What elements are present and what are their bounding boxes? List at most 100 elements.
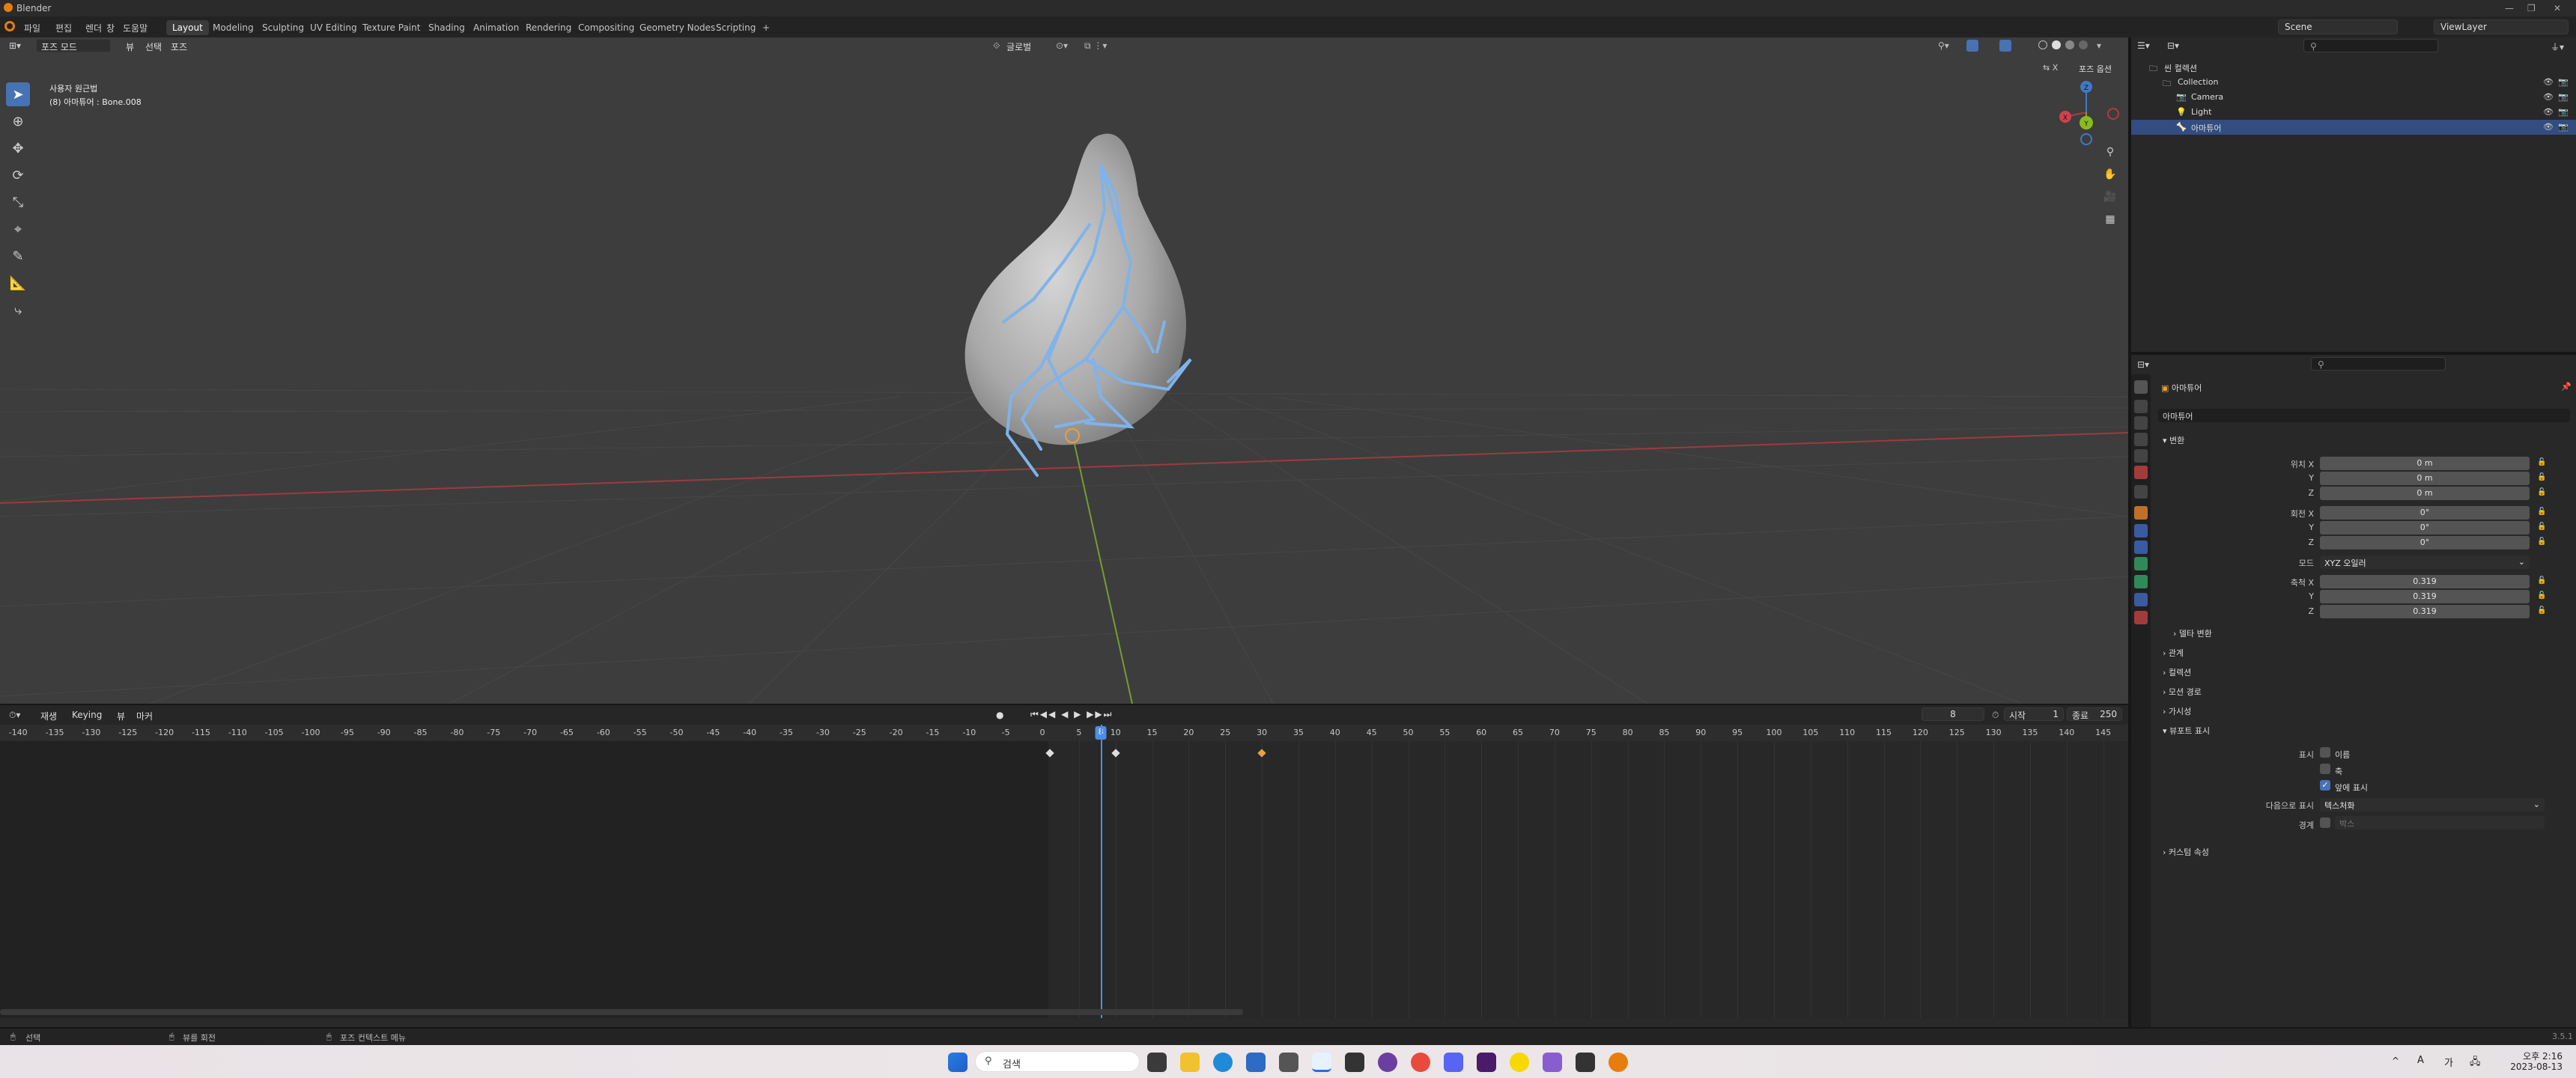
network-icon[interactable]: 🖧	[2470, 1055, 2481, 1071]
motion-paths-panel[interactable]: › 모션 경로	[2163, 686, 2202, 698]
close-button[interactable]: ✕	[2554, 3, 2561, 13]
keyframe-marker[interactable]	[1257, 749, 1266, 758]
menu-edit[interactable]: 편집	[55, 22, 72, 34]
cursor-tool-icon[interactable]: ⊕	[6, 109, 30, 133]
language-indicator[interactable]: 가	[2444, 1055, 2453, 1069]
outliner-row[interactable]: 📷 Camera 👁 📷	[2131, 90, 2576, 105]
axis-lock-icon[interactable]: ⇆ X	[2043, 63, 2058, 73]
properties-editor[interactable]: ⊟▾ ⚲ ▣ 아마튜어 📌 아마튜어 ▾ 변환 위치 X 0 m Y 0 m Z…	[2131, 355, 2576, 1027]
object-name-field[interactable]: 아마튜어	[2158, 409, 2570, 422]
rotate-tool-icon[interactable]: ⟳	[6, 163, 30, 187]
gizmo-toggle-icon[interactable]: ⚲▾	[1938, 40, 1949, 51]
edge-icon[interactable]	[1213, 1053, 1233, 1072]
outliner-row[interactable]: 🗀 씬 컬렉션	[2131, 60, 2576, 75]
playhead[interactable]	[1101, 725, 1103, 1018]
outliner-row[interactable]: 🗀 Collection 👁 📷	[2131, 75, 2576, 90]
lock-icon[interactable]: 🔓	[2537, 473, 2546, 482]
solid-shading-icon[interactable]	[2052, 40, 2061, 49]
outliner-row[interactable]: 🦴 아마튜어 👁 📷	[2131, 120, 2576, 135]
minimize-button[interactable]: —	[2505, 3, 2514, 13]
chrome-icon[interactable]	[1411, 1053, 1430, 1072]
pose-relax-tool-icon[interactable]: ⤷	[6, 298, 30, 322]
menu-pose[interactable]: 포즈	[171, 40, 187, 53]
end-frame-field[interactable]: 종료 250	[2067, 707, 2122, 721]
scale-y-field[interactable]: 0.319	[2320, 590, 2530, 603]
lock-icon[interactable]: 🔓	[2537, 591, 2546, 600]
start-button-icon[interactable]	[948, 1053, 967, 1072]
object-tab-icon[interactable]	[2134, 506, 2148, 520]
tool-tab-icon[interactable]	[2134, 380, 2148, 394]
maximize-button[interactable]: ❐	[2527, 3, 2536, 13]
lock-icon[interactable]: 🔓	[2537, 488, 2546, 497]
location-z-field[interactable]: 0 m	[2320, 487, 2530, 500]
location-x-field[interactable]: 0 m	[2320, 457, 2530, 470]
visual-studio-icon[interactable]	[1543, 1053, 1562, 1072]
scale-tool-icon[interactable]: ⤡	[6, 190, 30, 214]
start-frame-field[interactable]: 시작 1	[2004, 707, 2064, 721]
tab-animation[interactable]: Animation	[467, 20, 525, 35]
constraint-tab-icon[interactable]	[2134, 557, 2148, 570]
render-camera-icon[interactable]: 📷	[2558, 107, 2569, 117]
active-app-icon[interactable]	[1312, 1053, 1331, 1072]
delta-transform-panel[interactable]: › 델타 변환	[2173, 627, 2212, 639]
lock-icon[interactable]: 🔓	[2537, 458, 2546, 467]
current-frame-field[interactable]: 8	[1922, 707, 1984, 721]
tray-overflow-icon[interactable]: ^	[2392, 1056, 2399, 1066]
properties-editor-type-icon[interactable]: ⊟▾	[2137, 359, 2149, 370]
menu-window[interactable]: 창	[106, 22, 115, 34]
annotate-tool-icon[interactable]: ✎	[6, 244, 30, 268]
view-layer-tab-icon[interactable]	[2134, 433, 2148, 446]
3d-viewport[interactable]: ⊞▾ 포즈 모드 뷰 선택 포즈 ⟐ 글로벌 ⊙▾ ⧉ ⋮▾ ⚲▾ ▾ ⇆ X …	[0, 37, 2128, 704]
file-explorer-icon[interactable]	[1180, 1053, 1200, 1072]
lock-icon[interactable]: 🔓	[2537, 576, 2546, 585]
outliner-editor-type-icon[interactable]: ☰▾	[2137, 40, 2150, 51]
timeline-editor-type-icon[interactable]: ⏱▾	[9, 710, 20, 721]
rotation-x-field[interactable]: 0°	[2320, 506, 2530, 520]
menu-render[interactable]: 렌더	[85, 22, 102, 34]
show-axes-checkbox[interactable]	[2320, 764, 2330, 774]
location-y-field[interactable]: 0 m	[2320, 472, 2530, 485]
app-icon[interactable]	[1279, 1053, 1298, 1072]
data-tab-icon[interactable]	[2134, 575, 2148, 588]
render-camera-icon[interactable]: 📷	[2558, 122, 2569, 132]
tab-compositing[interactable]: Compositing	[572, 20, 640, 35]
tab-shading[interactable]: Shading	[422, 20, 471, 35]
menu-view[interactable]: 뷰	[126, 40, 134, 53]
tab-modeling[interactable]: Modeling	[207, 20, 260, 35]
collections-panel[interactable]: › 컬렉션	[2163, 666, 2191, 678]
menu-marker[interactable]: 마커	[136, 710, 153, 722]
eye-icon[interactable]: 👁	[2543, 107, 2554, 117]
pin-icon[interactable]: 📌	[2561, 382, 2572, 392]
menu-playback[interactable]: 재생	[40, 710, 57, 722]
wireframe-shading-icon[interactable]	[2038, 40, 2047, 49]
frame-ruler[interactable]: -140 -135 -130 -125 -120 -115 -110 -105 -100 -95-…	[0, 725, 2128, 741]
navigation-gizmo[interactable]: Z X Y	[2052, 78, 2121, 147]
task-view-icon[interactable]	[1147, 1053, 1167, 1072]
outliner-search-input[interactable]: ⚲	[2303, 39, 2438, 52]
menu-select[interactable]: 선택	[145, 40, 162, 53]
store-icon[interactable]	[1246, 1053, 1266, 1072]
display-mode-icon[interactable]: ⊟▾	[2167, 40, 2179, 51]
menu-file[interactable]: 파일	[24, 22, 40, 34]
unity-icon[interactable]	[1576, 1053, 1595, 1072]
stopwatch-icon[interactable]: ⏱	[1992, 710, 1999, 721]
app-icon[interactable]	[1378, 1053, 1397, 1072]
add-workspace-button[interactable]: +	[756, 20, 776, 35]
ortho-grid-icon[interactable]: ▦	[2100, 210, 2120, 229]
visibility-panel[interactable]: › 가시성	[2163, 705, 2191, 717]
bounds-checkbox[interactable]	[2320, 817, 2330, 828]
shading-options-icon[interactable]: ▾	[2097, 40, 2101, 51]
ime-mode-icon[interactable]: A	[2417, 1055, 2424, 1066]
render-camera-icon[interactable]: 📷	[2558, 77, 2569, 87]
lock-icon[interactable]: 🔓	[2537, 606, 2546, 615]
render-tab-icon[interactable]	[2134, 400, 2148, 413]
move-tool-icon[interactable]: ✥	[6, 136, 30, 160]
rotation-y-field[interactable]: 0°	[2320, 521, 2530, 535]
menu-help[interactable]: 도움말	[123, 22, 148, 34]
lock-icon[interactable]: 🔓	[2537, 523, 2546, 532]
scale-x-field[interactable]: 0.319	[2320, 575, 2530, 588]
outliner-editor[interactable]: ☰▾ ⊟▾ ⚲ ⏚▾ 🗀 씬 컬렉션 🗀 Collection 👁 📷 📷 Camera 👁 📷 💡…	[2131, 37, 2576, 352]
rendered-shading-icon[interactable]	[2079, 40, 2088, 49]
timeline-scrollbar[interactable]	[0, 1009, 1243, 1015]
measure-tool-icon[interactable]: 📐	[6, 271, 30, 295]
